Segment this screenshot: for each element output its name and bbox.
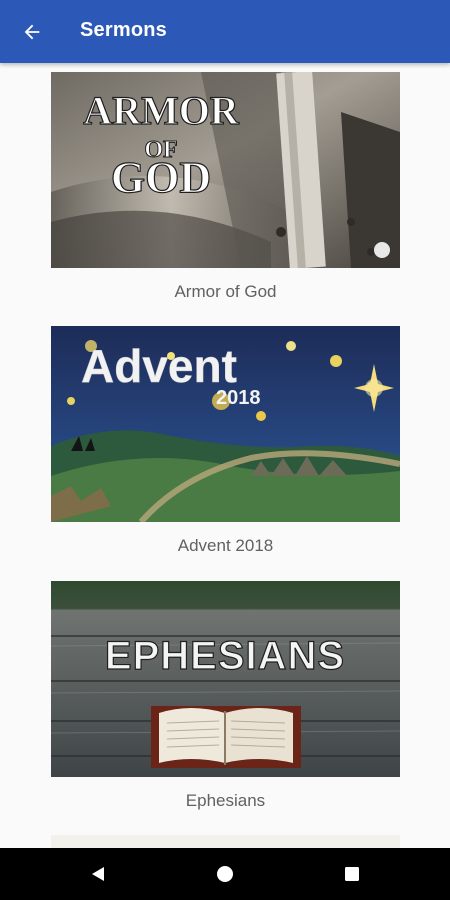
sermon-card-partial[interactable]: [51, 835, 400, 848]
sermon-artwork: [51, 835, 400, 848]
artwork-title-line1: ARMOR: [83, 88, 240, 133]
sermon-title: Armor of God: [174, 282, 277, 301]
sermon-artwork: EPHESIANS: [51, 581, 400, 777]
page-title: Sermons: [80, 19, 167, 41]
sermon-card-armor-of-god[interactable]: ARMOR OF GOD Armor of God: [51, 72, 400, 302]
artwork-title-line3: GOD: [111, 153, 211, 202]
back-button[interactable]: [14, 14, 50, 50]
arrow-back-icon: [24, 24, 40, 40]
artwork-title-line1: EPHESIANS: [105, 634, 345, 678]
circle-home-icon: [217, 866, 233, 882]
nav-home-button[interactable]: [209, 858, 241, 890]
sermon-list[interactable]: ARMOR OF GOD Armor of God Advent 2018 Ad…: [0, 63, 450, 848]
nav-recents-button[interactable]: [336, 858, 368, 890]
sermon-artwork: Advent 2018: [51, 326, 400, 522]
triangle-back-icon: [92, 867, 104, 881]
system-nav-bar: [0, 848, 450, 900]
square-recents-icon: [345, 867, 359, 881]
nav-back-button[interactable]: [82, 858, 114, 890]
sermon-card-advent-2018[interactable]: Advent 2018 Advent 2018: [51, 326, 400, 556]
sermon-title: Ephesians: [185, 791, 266, 810]
app-bar: Sermons: [0, 0, 450, 63]
artwork-title-line1: Advent: [81, 340, 237, 392]
sermon-title: Advent 2018: [177, 536, 274, 555]
artwork-title-line2: 2018: [216, 387, 261, 409]
sermon-artwork: ARMOR OF GOD: [51, 72, 400, 268]
sermon-card-ephesians[interactable]: EPHESIANS Ephesians: [51, 581, 400, 811]
